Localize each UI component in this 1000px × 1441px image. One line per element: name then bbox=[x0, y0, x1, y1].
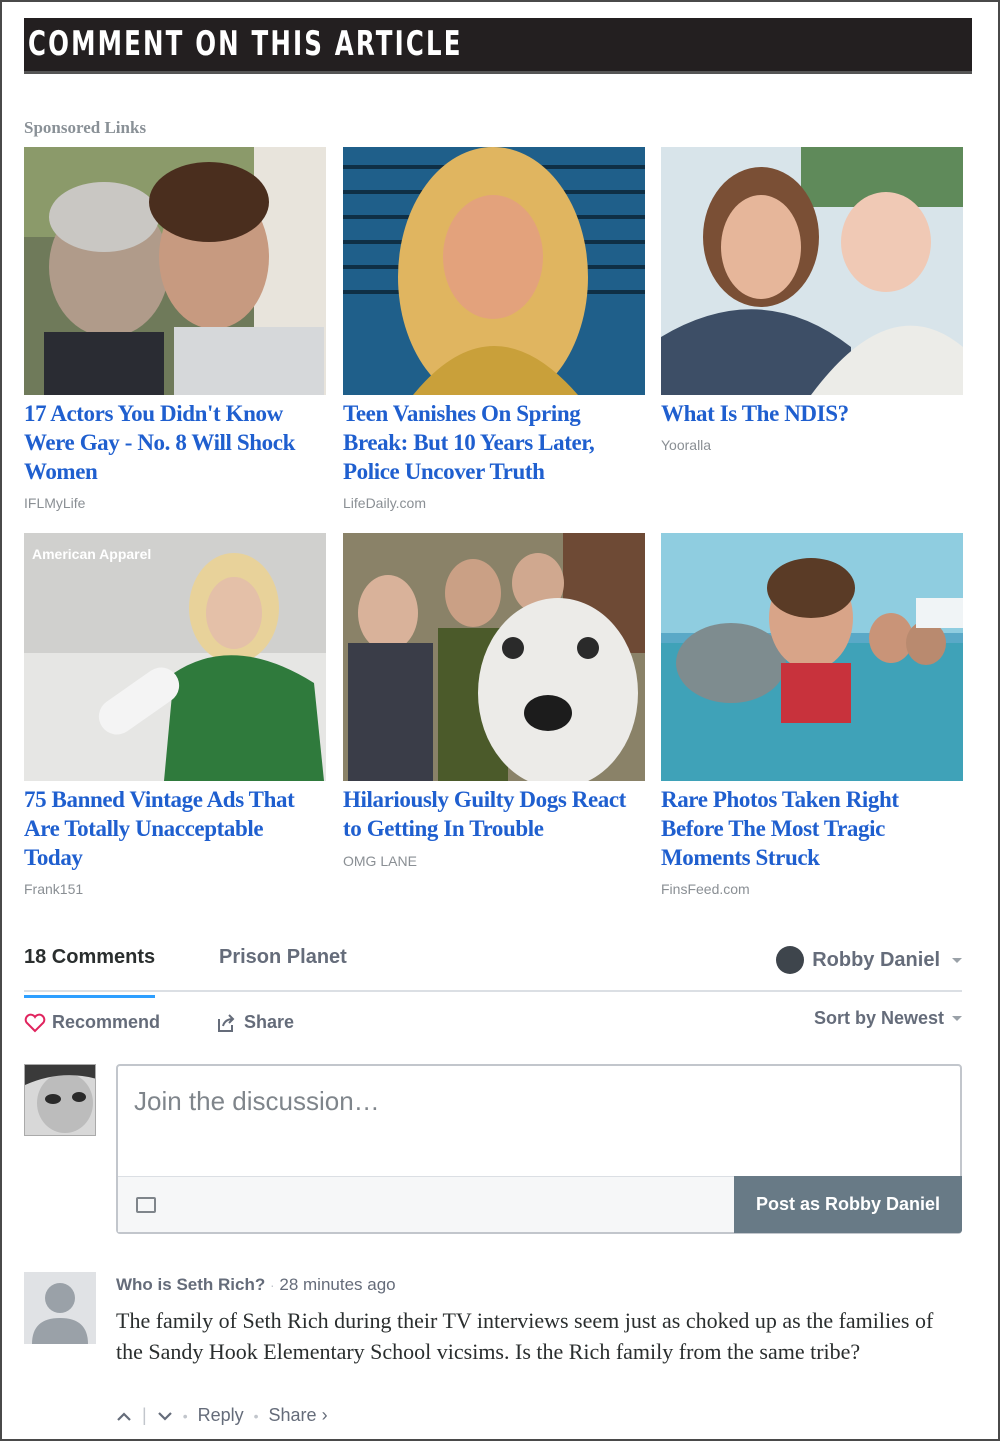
recommend-button[interactable]: Recommend bbox=[24, 1012, 160, 1033]
comment-input[interactable]: Join the discussion… bbox=[134, 1086, 380, 1117]
discussion-tabs: 18 Comments Prison Planet Robby Daniel bbox=[24, 940, 962, 998]
share-button[interactable]: Share bbox=[216, 1012, 294, 1033]
sponsored-ad[interactable]: Teen Vanishes On Spring Break: But 10 Ye… bbox=[343, 147, 645, 517]
ad-title[interactable]: Hilariously Guilty Dogs React to Getting… bbox=[343, 785, 645, 843]
comment-author[interactable]: Who is Seth Rich? bbox=[116, 1275, 265, 1294]
chevron-down-icon[interactable] bbox=[157, 1410, 173, 1422]
chevron-up-icon[interactable] bbox=[116, 1410, 132, 1422]
user-name: Robby Daniel bbox=[812, 948, 940, 971]
ad-source: LifeDaily.com bbox=[343, 495, 426, 511]
ad-source: OMG LANE bbox=[343, 853, 417, 869]
comment-composer[interactable]: Join the discussion… Post as Robby Danie… bbox=[116, 1064, 962, 1234]
sponsored-ad[interactable]: 17 Actors You Didn't Know Were Gay - No.… bbox=[24, 147, 326, 517]
composer-toolbar: Post as Robby Daniel bbox=[118, 1176, 962, 1233]
sponsored-ad[interactable]: American Apparel 75 Banned Vintage Ads T… bbox=[24, 533, 326, 903]
chevron-down-icon bbox=[952, 957, 962, 963]
sponsored-ad[interactable]: Rare Photos Taken Right Before The Most … bbox=[661, 533, 963, 903]
tab-community[interactable]: Prison Planet bbox=[219, 946, 347, 969]
separator-dot: · bbox=[269, 1277, 275, 1293]
reply-link[interactable]: Reply bbox=[198, 1405, 244, 1426]
ad-thumbnail[interactable] bbox=[343, 147, 645, 395]
ad-title[interactable]: 75 Banned Vintage Ads That Are Totally U… bbox=[24, 785, 326, 872]
section-title: COMMENT ON THIS ARTICLE bbox=[28, 24, 463, 64]
comment-timestamp[interactable]: 28 minutes ago bbox=[279, 1275, 395, 1294]
chevron-down-icon bbox=[952, 1016, 962, 1021]
vote-divider: | bbox=[142, 1405, 147, 1425]
comment-body: The family of Seth Rich during their TV … bbox=[116, 1308, 934, 1364]
ad-thumbnail[interactable] bbox=[343, 533, 645, 781]
sort-dropdown[interactable]: Sort by Newest bbox=[814, 1008, 962, 1029]
discussion-actions: Recommend Share Sort by Newest bbox=[24, 1008, 962, 1038]
ad-source: FinsFeed.com bbox=[661, 881, 750, 897]
tab-comments[interactable]: 18 Comments bbox=[24, 946, 156, 998]
ad-title[interactable]: Teen Vanishes On Spring Break: But 10 Ye… bbox=[343, 399, 645, 486]
ad-title[interactable]: 17 Actors You Didn't Know Were Gay - No.… bbox=[24, 399, 326, 486]
avatar[interactable] bbox=[24, 1272, 96, 1344]
ad-title[interactable]: Rare Photos Taken Right Before The Most … bbox=[661, 785, 963, 872]
share-label: Share bbox=[244, 1012, 295, 1032]
heart-icon bbox=[24, 1013, 46, 1032]
separator-dot: • bbox=[253, 1407, 259, 1424]
ad-thumbnail[interactable] bbox=[661, 533, 963, 781]
post-button[interactable]: Post as Robby Daniel bbox=[734, 1176, 962, 1233]
section-header: COMMENT ON THIS ARTICLE bbox=[24, 18, 972, 74]
ad-source: Frank151 bbox=[24, 881, 84, 897]
share-icon bbox=[218, 1013, 235, 1032]
image-icon[interactable] bbox=[136, 1197, 156, 1213]
ad-thumbnail[interactable] bbox=[661, 147, 963, 395]
ad-source: IFLMyLife bbox=[24, 495, 86, 511]
comment-actions: | • Reply • Share › bbox=[116, 1405, 328, 1426]
avatar[interactable] bbox=[24, 1064, 96, 1136]
ad-thumbnail[interactable]: American Apparel bbox=[24, 533, 326, 781]
ad-thumbnail[interactable] bbox=[24, 147, 326, 395]
sponsored-label: Sponsored Links bbox=[24, 118, 147, 137]
ad-overlay-text: American Apparel bbox=[32, 546, 151, 562]
sort-label: Sort by Newest bbox=[813, 1008, 944, 1028]
comment-meta: Who is Seth Rich? · 28 minutes ago bbox=[116, 1275, 396, 1295]
sponsored-ad[interactable]: Hilariously Guilty Dogs React to Getting… bbox=[343, 533, 645, 873]
ad-title[interactable]: What Is The NDIS? bbox=[661, 399, 963, 428]
recommend-label: Recommend bbox=[52, 1012, 161, 1032]
ad-source: Yooralla bbox=[661, 437, 712, 453]
separator-dot: • bbox=[182, 1407, 188, 1424]
user-icon bbox=[776, 946, 805, 974]
user-menu[interactable]: Robby Daniel bbox=[776, 946, 962, 974]
sponsored-ad[interactable]: What Is The NDIS? Yooralla bbox=[661, 147, 963, 457]
share-link[interactable]: Share › bbox=[269, 1405, 328, 1426]
